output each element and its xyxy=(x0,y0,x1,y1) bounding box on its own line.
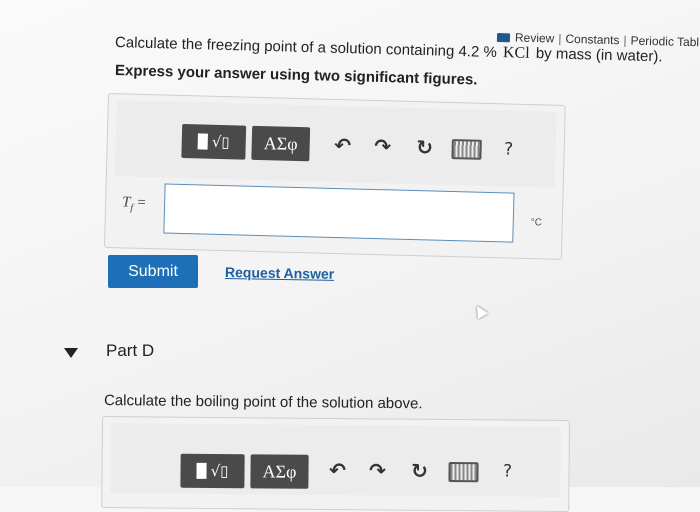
part-d-question: Calculate the boiling point of the solut… xyxy=(103,392,423,413)
part-d-title[interactable]: Part D xyxy=(106,341,154,361)
instruction-text: Express your answer using two significan… xyxy=(114,62,478,89)
symbols-button[interactable]: ΑΣφ xyxy=(251,125,311,162)
help-icon[interactable]: ? xyxy=(494,458,520,484)
part-d-math-toolbar: √▯ ΑΣφ ↶ ↷ ↻ ? xyxy=(110,423,561,498)
part-d-answer-box: √▯ ΑΣφ ↶ ↷ ↻ ? xyxy=(101,416,570,512)
question-prefix: Calculate the freezing point of a soluti… xyxy=(114,34,480,61)
link-separator: | xyxy=(623,33,627,48)
radical-icon: √▯ xyxy=(210,461,229,481)
templates-icon xyxy=(196,462,207,479)
collapse-arrow-icon[interactable] xyxy=(64,348,78,358)
percent-sign: % xyxy=(483,43,498,61)
formula: KCl xyxy=(502,44,530,62)
reset-icon[interactable]: ↻ xyxy=(411,134,438,161)
reset-icon[interactable]: ↻ xyxy=(406,458,432,484)
redo-icon[interactable]: ↷ xyxy=(369,133,396,160)
submit-button[interactable]: Submit xyxy=(108,255,198,288)
mouse-cursor-icon xyxy=(471,302,489,320)
answer-input[interactable] xyxy=(163,183,515,243)
undo-icon[interactable]: ↶ xyxy=(329,132,356,159)
redo-icon[interactable]: ↷ xyxy=(364,457,390,483)
undo-icon[interactable]: ↶ xyxy=(324,457,350,483)
templates-button[interactable]: √▯ xyxy=(180,453,245,489)
symbols-button[interactable]: ΑΣφ xyxy=(250,454,309,489)
templates-button[interactable]: √▯ xyxy=(181,123,247,160)
request-answer-link[interactable]: Request Answer xyxy=(225,264,334,282)
book-icon xyxy=(496,33,511,43)
answer-box: √▯ ΑΣφ ↶ ↷ ↻ ? Tf = °C xyxy=(103,93,566,260)
help-icon[interactable]: ? xyxy=(495,136,522,163)
page: Review | Constants | Periodic Tabl Calculate… xyxy=(0,0,700,512)
equals-sign: = xyxy=(137,194,146,212)
constants-link[interactable]: Constants xyxy=(565,32,619,47)
keyboard-icon[interactable] xyxy=(448,462,479,483)
radical-icon: √▯ xyxy=(211,132,230,152)
variable-subscript: f xyxy=(130,202,134,214)
question-suffix: by mass (in water). xyxy=(535,45,663,66)
math-toolbar: √▯ ΑΣφ ↶ ↷ ↻ ? xyxy=(114,100,557,188)
review-link[interactable]: Review xyxy=(515,30,555,45)
keyboard-icon[interactable] xyxy=(451,139,482,160)
templates-icon xyxy=(197,133,209,150)
unit-label: °C xyxy=(530,217,543,229)
variable-label: Tf = xyxy=(122,194,146,214)
link-separator: | xyxy=(558,31,562,46)
